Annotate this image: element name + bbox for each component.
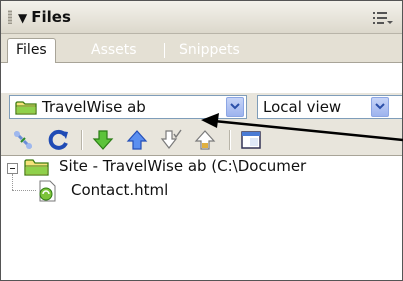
- chevron-down-icon: [230, 103, 240, 110]
- panel-options-icon[interactable]: [373, 11, 393, 25]
- get-files-icon[interactable]: [91, 128, 115, 152]
- tree-item-file[interactable]: Contact.html: [71, 181, 168, 199]
- tree-connector: [12, 190, 36, 191]
- panel-titlebar[interactable]: ▼ Files: [1, 1, 402, 34]
- tab-snippets[interactable]: Snippets: [171, 39, 248, 61]
- tab-files[interactable]: Files: [7, 38, 56, 64]
- view-selector-value: Local view: [263, 98, 342, 116]
- tree-item-site[interactable]: Site - TravelWise ab (C:\Documer: [59, 157, 306, 175]
- toolbar-separator: [81, 130, 83, 150]
- view-dropdown-button[interactable]: [371, 97, 389, 117]
- files-panel: ▼ Files Files Assets Snippets TravelWise …: [0, 0, 403, 281]
- file-tree: Site - TravelWise ab (C:\Documer Contact…: [1, 156, 402, 280]
- tab-assets[interactable]: Assets: [83, 39, 145, 61]
- expand-panel-icon[interactable]: [239, 128, 263, 152]
- site-folder-icon: [24, 159, 49, 176]
- toolbar: [1, 125, 402, 156]
- toolbar-separator: [229, 130, 231, 150]
- collapse-toggle[interactable]: [7, 163, 18, 174]
- tab-bar: Files Assets Snippets: [1, 34, 402, 64]
- tree-connector: [12, 174, 13, 190]
- connect-icon[interactable]: [11, 128, 35, 152]
- site-dropdown-button[interactable]: [226, 97, 244, 117]
- put-files-icon[interactable]: [125, 128, 149, 152]
- view-selector[interactable]: Local view: [257, 95, 402, 119]
- folder-icon: [15, 101, 37, 115]
- tab-separator: [164, 43, 165, 58]
- panel-grip[interactable]: [8, 10, 12, 24]
- html-file-icon: [39, 180, 56, 202]
- check-in-icon[interactable]: [193, 128, 217, 152]
- site-selector[interactable]: TravelWise ab: [9, 95, 247, 119]
- panel-title[interactable]: ▼ Files: [18, 8, 71, 26]
- panel-title-text: Files: [31, 8, 71, 26]
- refresh-icon[interactable]: [47, 128, 71, 152]
- check-out-icon[interactable]: [159, 128, 183, 152]
- chevron-down-icon: [375, 103, 385, 110]
- collapse-triangle-icon[interactable]: ▼: [18, 11, 27, 25]
- site-selector-value: TravelWise ab: [42, 98, 146, 116]
